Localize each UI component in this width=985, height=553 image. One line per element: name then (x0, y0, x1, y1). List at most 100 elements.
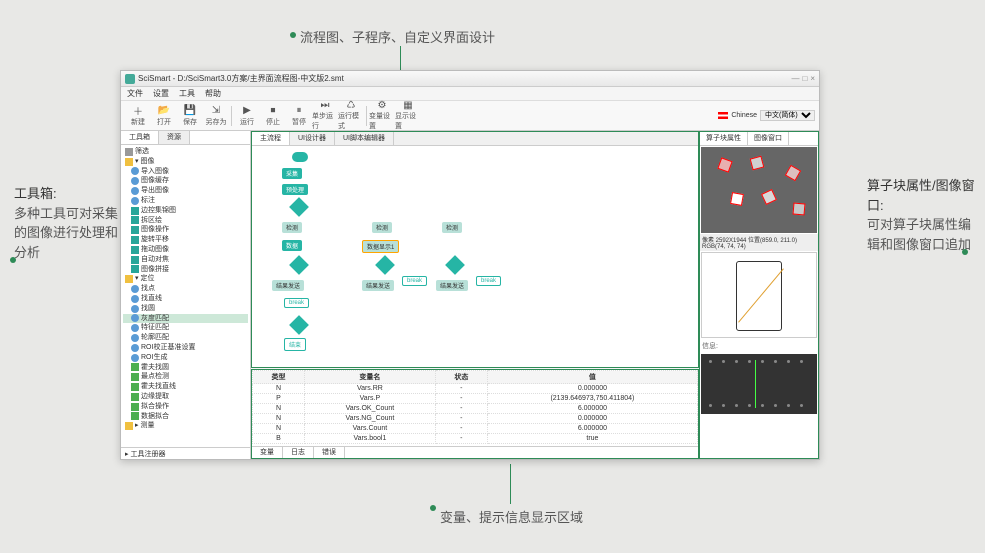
tree-icon (131, 265, 139, 273)
tree-item[interactable]: 数据拟合 (123, 412, 248, 422)
flow-condition[interactable] (375, 255, 395, 275)
tree-item[interactable]: 拟合操作 (123, 402, 248, 412)
tree-item[interactable]: 拖动图像 (123, 245, 248, 255)
toolbar-运行模式[interactable]: ♺运行模式 (338, 103, 364, 129)
tree-item[interactable]: 图像拼接 (123, 265, 248, 275)
tree-item[interactable]: ▾ 图像 (123, 157, 248, 167)
table-row[interactable]: NVars.OK_Count-6.000000 (253, 404, 698, 414)
menu-设置[interactable]: 设置 (153, 88, 169, 99)
tree-item[interactable]: 轮廓匹配 (123, 333, 248, 343)
toolbar-新建[interactable]: ＋新建 (125, 103, 151, 129)
center-tab-2[interactable]: UI脚本编辑器 (335, 132, 394, 145)
toolbar-暂停[interactable]: ⏸暂停 (286, 103, 312, 129)
col-value[interactable]: 值 (487, 371, 697, 384)
flow-node[interactable]: 检测 (442, 222, 462, 233)
停止-icon: ⏹ (267, 105, 279, 117)
flow-condition[interactable] (289, 255, 309, 275)
tree-item[interactable]: 自动对焦 (123, 255, 248, 265)
minimize-button[interactable]: — (791, 74, 799, 83)
col-state[interactable]: 状态 (435, 371, 487, 384)
tree-icon (131, 363, 139, 371)
flow-node[interactable]: 数据显示1 (362, 240, 399, 253)
tree-item[interactable]: 最点检测 (123, 372, 248, 382)
tree-item[interactable]: 旋转平移 (123, 235, 248, 245)
flow-node[interactable]: break (402, 276, 427, 286)
tree-item[interactable]: 霍夫找圆 (123, 363, 248, 373)
flow-node[interactable]: 检测 (372, 222, 392, 233)
flow-node[interactable]: 预处理 (282, 184, 308, 195)
flow-node[interactable]: break (476, 276, 501, 286)
tree-item[interactable]: 找点 (123, 284, 248, 294)
tree-item[interactable]: 灰度匹配 (123, 314, 248, 324)
tree-item[interactable]: ▾ 定位 (123, 274, 248, 284)
flow-condition[interactable] (289, 197, 309, 217)
col-type[interactable]: 类型 (253, 371, 305, 384)
tree-item[interactable]: 拆区绘 (123, 216, 248, 226)
image-preview-3[interactable] (701, 354, 817, 414)
flow-node[interactable]: 结果发送 (362, 280, 394, 291)
toolbar-打开[interactable]: 📂打开 (151, 103, 177, 129)
tree-item[interactable]: 筛选 (123, 147, 248, 157)
toolbar-另存为[interactable]: ⇲另存为 (203, 103, 229, 129)
flow-node[interactable]: 采集 (282, 168, 302, 179)
table-row[interactable]: NVars.NG_Count-0.000000 (253, 414, 698, 424)
tree-item[interactable]: 导入图像 (123, 167, 248, 177)
tree-item[interactable]: 图像操作 (123, 225, 248, 235)
toolbar-保存[interactable]: 💾保存 (177, 103, 203, 129)
tree-item[interactable]: 图像缓存 (123, 176, 248, 186)
tree-item[interactable]: 边缘提取 (123, 392, 248, 402)
table-row[interactable]: BVars.bool1-true (253, 434, 698, 444)
tree-item[interactable]: 边控集锦图 (123, 206, 248, 216)
close-button[interactable]: × (810, 74, 815, 83)
center-tab-0[interactable]: 主流程 (252, 132, 290, 145)
table-row[interactable]: NVars.Count-6.000000 (253, 424, 698, 434)
tree-item[interactable]: ROI校正基准设置 (123, 343, 248, 353)
center-tab-1[interactable]: UI设计器 (290, 132, 335, 145)
tree-item[interactable]: ▸ 测量 (123, 421, 248, 431)
flow-start[interactable] (292, 152, 308, 162)
image-preview-1[interactable] (701, 147, 817, 233)
flowchart-canvas[interactable]: 采集 预处理 检测 检测 检测 数据 数据显示1 结果发送 结果发送 结果发送 … (252, 146, 698, 367)
left-tab-资源[interactable]: 资源 (159, 131, 190, 144)
maximize-button[interactable]: □ (802, 74, 807, 83)
image-preview-2[interactable] (701, 252, 817, 338)
right-tab-1[interactable]: 图像窗口 (748, 132, 789, 145)
table-row[interactable]: PVars.P-(2139.646973,750.411804) (253, 394, 698, 404)
toolbar-运行[interactable]: ▶运行 (234, 103, 260, 129)
col-name[interactable]: 变量名 (304, 371, 435, 384)
tree-item[interactable]: 霍夫找直线 (123, 382, 248, 392)
var-tab-0[interactable]: 变量 (252, 447, 283, 458)
var-tab-2[interactable]: 错误 (314, 447, 345, 458)
menu-工具[interactable]: 工具 (179, 88, 195, 99)
toolbar-显示设置[interactable]: ▦显示设置 (395, 103, 421, 129)
variable-table[interactable]: 类型 变量名 状态 值 NVars.RR-0.000000PVars.P-(21… (252, 370, 698, 446)
toolbar-单步运行[interactable]: ⏭单步运行 (312, 103, 338, 129)
tree-item[interactable]: 导出图像 (123, 186, 248, 196)
menu-文件[interactable]: 文件 (127, 88, 143, 99)
language-selector[interactable]: Chinese 中文(简体) (718, 110, 815, 121)
right-tab-0[interactable]: 算子块属性 (700, 132, 748, 145)
menu-帮助[interactable]: 帮助 (205, 88, 221, 99)
flow-node[interactable]: break (284, 298, 309, 308)
flow-node[interactable]: 数据 (282, 240, 302, 251)
tree-item[interactable]: ROI生成 (123, 353, 248, 363)
tool-tree[interactable]: 筛选▾ 图像导入图像图像缓存导出图像标注边控集锦图拆区绘图像操作旋转平移拖动图像… (121, 145, 250, 447)
tree-item[interactable]: 特征匹配 (123, 323, 248, 333)
tree-item[interactable]: 找圆 (123, 304, 248, 314)
flow-condition[interactable] (445, 255, 465, 275)
flow-node[interactable]: 结果发送 (436, 280, 468, 291)
left-tab-工具箱[interactable]: 工具箱 (121, 131, 159, 144)
flow-node[interactable]: 检测 (282, 222, 302, 233)
tool-register-footer[interactable]: ▸ 工具注册器 (121, 447, 250, 459)
flow-node[interactable]: 结束 (284, 338, 306, 351)
var-tab-1[interactable]: 日志 (283, 447, 314, 458)
table-row[interactable]: NVars.RR-0.000000 (253, 384, 698, 394)
toolbar-停止[interactable]: ⏹停止 (260, 103, 286, 129)
tree-icon (131, 354, 139, 362)
tree-item[interactable]: 标注 (123, 196, 248, 206)
flow-node[interactable]: 结果发送 (272, 280, 304, 291)
toolbar-变量设置[interactable]: ⚙变量设置 (369, 103, 395, 129)
language-dropdown[interactable]: 中文(简体) (760, 110, 815, 121)
flow-condition[interactable] (289, 315, 309, 335)
tree-item[interactable]: 找直线 (123, 294, 248, 304)
